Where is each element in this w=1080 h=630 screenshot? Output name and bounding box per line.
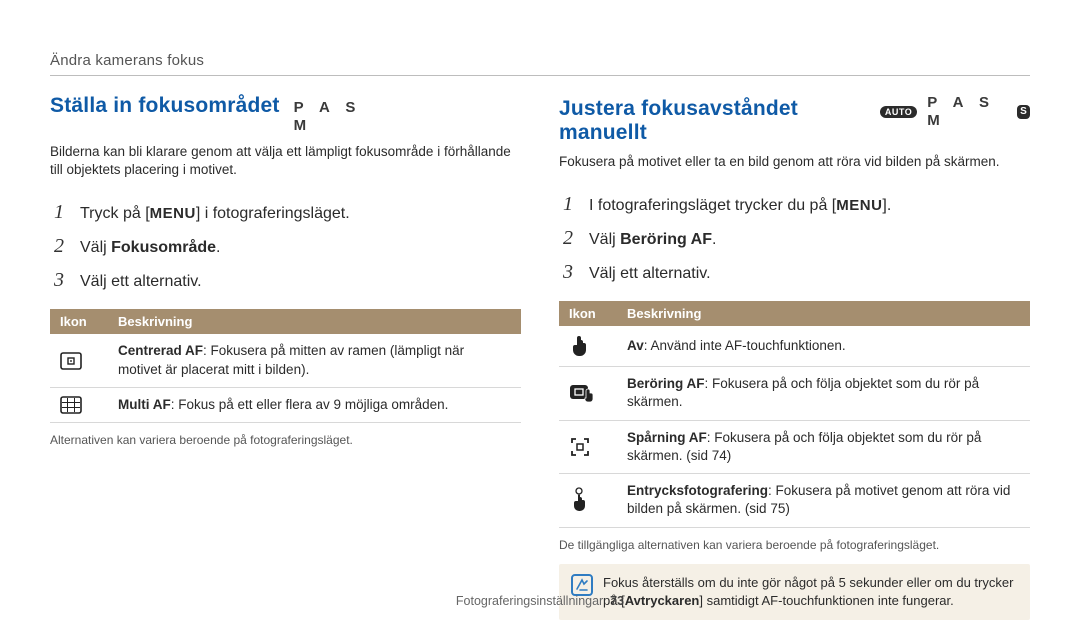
term-fokusomrade: Fokusområde <box>111 239 216 256</box>
th-desc: Beskrivning <box>617 301 1030 326</box>
step-2: Välj Fokusområde. <box>50 229 521 263</box>
term-beroring-af: Beröring AF <box>620 231 712 248</box>
left-column: Ställa in fokusområdet P A S M Bilderna … <box>50 94 521 620</box>
mode-s-badge: S <box>1017 105 1030 119</box>
step-3: Välj ett alternativ. <box>50 263 521 297</box>
page-number: 73 <box>610 594 624 608</box>
table-row: Multi AF: Fokus på ett eller flera av 9 … <box>50 387 521 422</box>
left-intro: Bilderna kan bli klarare genom att välja… <box>50 143 521 179</box>
th-desc: Beskrivning <box>108 309 521 334</box>
step-1: I fotograferingsläget trycker du på [MEN… <box>559 187 1030 221</box>
multi-af-icon <box>60 396 98 414</box>
left-footnote: Alternativen kan variera beroende på fot… <box>50 433 521 447</box>
right-option-table: Ikon Beskrivning Av: Använd inte AF-touc… <box>559 301 1030 527</box>
mode-letters: P A S M <box>927 94 995 129</box>
info-callout: Fokus återställs om du inte gör något på… <box>559 564 1030 620</box>
row-title: Beröring AF <box>627 376 705 391</box>
step-2: Välj Beröring AF. <box>559 221 1030 255</box>
table-row: Av: Använd inte AF-touchfunktionen. <box>559 326 1030 367</box>
table-row: Entrycksfotografering: Fokusera på motiv… <box>559 474 1030 527</box>
table-row: Spårning AF: Fokusera på och följa objek… <box>559 420 1030 473</box>
row-title: Entrycksfotografering <box>627 483 768 498</box>
left-steps: Tryck på [MENU] i fotograferingsläget. V… <box>50 195 521 297</box>
right-footnote: De tillgängliga alternativen kan variera… <box>559 538 1030 552</box>
left-heading: Ställa in fokusområdet <box>50 94 280 118</box>
tracking-af-icon <box>569 436 607 458</box>
mode-auto-badge: AUTO <box>880 106 917 118</box>
mode-indicator-left: P A S M <box>294 99 384 135</box>
row-title: Multi AF <box>118 397 171 412</box>
step-1: Tryck på [MENU] i fotograferingsläget. <box>50 195 521 229</box>
mode-indicator-right: AUTO P A S M S <box>880 94 1030 130</box>
table-row: Centrerad AF: Fokusera på mitten av rame… <box>50 334 521 387</box>
mode-letters: P A S M <box>294 99 362 134</box>
table-row: Beröring AF: Fokusera på och följa objek… <box>559 367 1030 420</box>
right-heading: Justera fokusavståndet manuellt <box>559 97 866 145</box>
row-title: Av <box>627 338 644 353</box>
row-title: Spårning AF <box>627 430 707 445</box>
center-af-icon <box>60 352 98 370</box>
page-footer: Fotograferingsinställningar 73 <box>0 594 1080 608</box>
one-touch-shot-icon <box>569 487 607 513</box>
th-icon: Ikon <box>50 309 108 334</box>
menu-key: MENU <box>150 205 196 222</box>
touch-off-icon <box>569 334 607 358</box>
touch-af-icon <box>569 382 607 404</box>
right-steps: I fotograferingsläget trycker du på [MEN… <box>559 187 1030 289</box>
row-title: Centrerad AF <box>118 343 203 358</box>
right-intro: Fokusera på motivet eller ta en bild gen… <box>559 153 1030 171</box>
left-option-table: Ikon Beskrivning Centrerad AF: Fokusera … <box>50 309 521 423</box>
info-icon <box>571 574 593 596</box>
section-divider <box>50 75 1030 76</box>
step-3: Välj ett alternativ. <box>559 255 1030 289</box>
breadcrumb: Ändra kamerans fokus <box>50 52 1030 69</box>
menu-key: MENU <box>836 197 882 214</box>
th-icon: Ikon <box>559 301 617 326</box>
right-column: Justera fokusavståndet manuellt AUTO P A… <box>559 94 1030 620</box>
